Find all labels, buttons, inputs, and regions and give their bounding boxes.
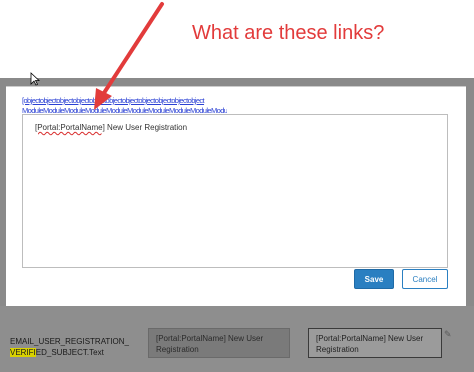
resource-key-label: EMAIL_USER_REGISTRATION_ VERIFIED_SUBJECT…	[10, 336, 134, 358]
rich-text-editor[interactable]: [Portal:PortalName] New User Registratio…	[22, 114, 448, 268]
cancel-button[interactable]: Cancel	[402, 269, 448, 289]
localized-value-field[interactable]: [Portal:PortalName] New User Registratio…	[308, 328, 442, 358]
cursor-icon	[30, 72, 40, 86]
resource-key-highlight: VERIFI	[10, 348, 36, 357]
modal-backdrop-right	[466, 78, 474, 308]
annotation-text: What are these links?	[192, 22, 385, 44]
pencil-icon[interactable]: ✎	[444, 329, 454, 339]
resource-key-prefix: EMAIL_USER_REGISTRATION_	[10, 337, 129, 346]
links-row-1[interactable]: [objectobjectobjectobjectobjectobjectobj…	[22, 96, 227, 106]
save-button[interactable]: Save	[354, 269, 394, 289]
editor-text-rest: New User Registration	[104, 123, 188, 132]
editor-content[interactable]: [Portal:PortalName] New User Registratio…	[35, 123, 187, 132]
object-module-links[interactable]: [objectobjectobjectobjectobjectobjectobj…	[22, 96, 227, 116]
resource-key-suffix: ED_SUBJECT.Text	[35, 348, 104, 357]
default-value-cell: [Portal:PortalName] New User Registratio…	[148, 328, 290, 358]
portal-name-token: [Portal:PortalName]	[35, 123, 105, 132]
